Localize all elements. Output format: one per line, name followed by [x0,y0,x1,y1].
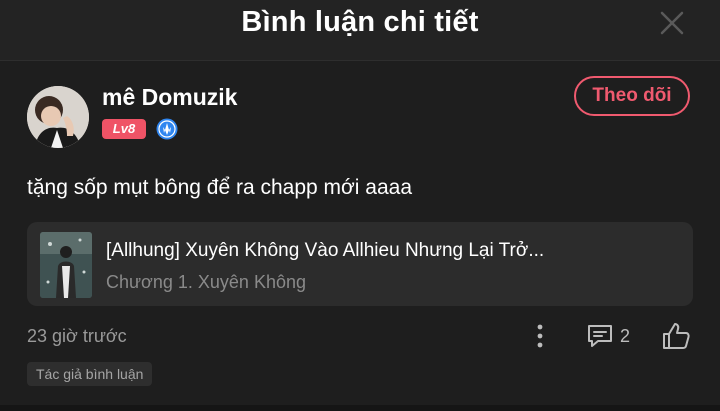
like-button[interactable] [660,320,692,352]
more-button[interactable] [528,322,552,350]
reply-count: 2 [620,326,631,346]
username[interactable]: mê Domuzik [102,84,237,111]
reply-button[interactable] [586,322,614,350]
close-icon [660,11,684,35]
thumbs-up-icon [663,323,690,349]
level-badge: Lv8 [102,119,146,139]
book-title: [Allhung] Xuyên Không Vào Allhieu Nhưng … [106,240,545,261]
more-vertical-icon [537,324,543,348]
header-bar: Bình luận chi tiết [0,0,720,60]
book-card[interactable]: [Allhung] Xuyên Không Vào Allhieu Nhưng … [27,222,693,306]
page-title: Bình luận chi tiết [241,6,479,38]
bottom-divider [0,405,720,411]
comment-text: tặng sốp mụt bông để ra chapp mới aaaa [27,176,413,199]
follow-button[interactable]: Theo dõi [574,76,690,116]
book-cover [40,232,92,298]
book-chapter: Chương 1. Xuyên Không [106,272,306,292]
comment-icon [588,325,612,347]
author-tag: Tác giả bình luận [27,362,153,386]
close-button[interactable] [656,7,688,39]
comment-timestamp: 23 giờ trước [27,326,127,346]
avatar[interactable] [27,86,89,148]
creator-badge-icon [156,118,178,140]
header-divider [0,60,720,61]
